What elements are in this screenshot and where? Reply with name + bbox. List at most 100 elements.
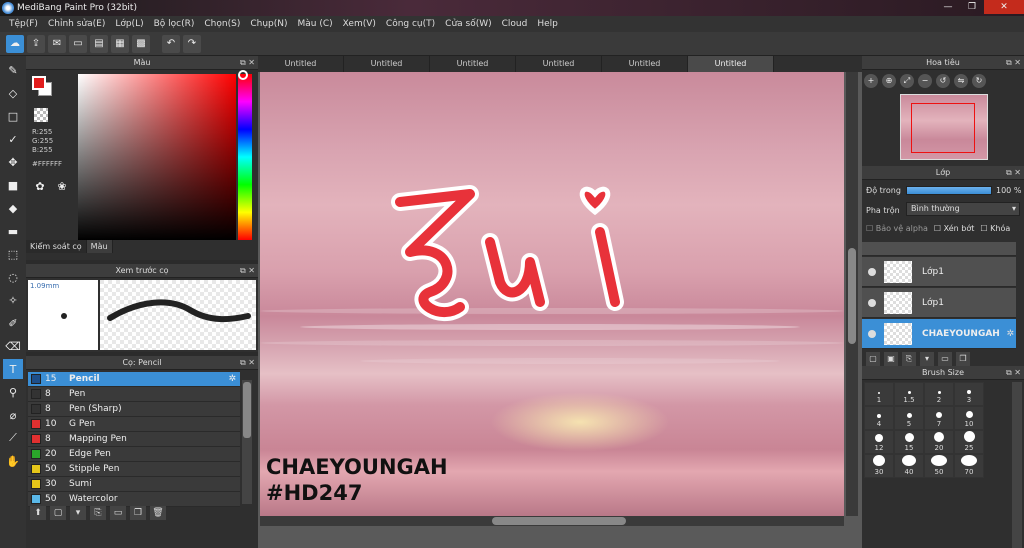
- brush-item-pen[interactable]: 8 Pen: [28, 387, 240, 402]
- opacity-slider[interactable]: [906, 186, 992, 195]
- brush-menu-icon[interactable]: ▾: [70, 506, 86, 520]
- menu-filter[interactable]: Bộ lọc(R): [149, 19, 200, 29]
- smudge-tool-icon[interactable]: ⟋: [3, 428, 23, 448]
- redo-icon[interactable]: ↷: [183, 34, 201, 53]
- hue-slider[interactable]: [238, 74, 252, 240]
- lock-checkbox[interactable]: ☐ Khóa: [980, 224, 1010, 233]
- maximize-button[interactable]: ❐: [960, 0, 984, 14]
- brush-size-option[interactable]: 12: [864, 430, 894, 454]
- menu-snap[interactable]: Chụp(N): [245, 19, 292, 29]
- share-icon[interactable]: ⇪: [27, 34, 45, 53]
- tab-color[interactable]: Màu: [86, 240, 113, 253]
- operation-tool-icon[interactable]: ⚲: [3, 382, 23, 402]
- brush-item-g-pen[interactable]: 10 G Pen: [28, 417, 240, 432]
- eyedropper-icon[interactable]: ⌀: [3, 405, 23, 425]
- layer-row-partial[interactable]: [862, 242, 1016, 256]
- undo-icon[interactable]: ↶: [162, 34, 180, 53]
- tab-document-5[interactable]: Untitled: [602, 56, 688, 72]
- zoom-in-alt-icon[interactable]: ⊕: [882, 74, 896, 88]
- primary-color-swatch[interactable]: [32, 76, 46, 90]
- tab-document-1[interactable]: Untitled: [258, 56, 344, 72]
- fill-rect-icon[interactable]: ■: [3, 175, 23, 195]
- move-tool-icon[interactable]: ✥: [3, 152, 23, 172]
- menu-layer[interactable]: Lớp(L): [110, 19, 148, 29]
- color-cursor[interactable]: [238, 70, 248, 80]
- select-eraser-icon[interactable]: ⌫: [3, 336, 23, 356]
- delete-brush-icon[interactable]: 🗑: [150, 506, 166, 520]
- document-icon[interactable]: ▤: [90, 34, 108, 53]
- brush-item-mapping-pen[interactable]: 8 Mapping Pen: [28, 432, 240, 447]
- color-picker-icon[interactable]: ❀: [54, 178, 70, 194]
- new-layer-icon[interactable]: ▢: [866, 352, 880, 366]
- layer-row-selected[interactable]: CHAEYOUNGAH ✲: [862, 319, 1016, 349]
- eraser-tool-icon[interactable]: ◇: [3, 83, 23, 103]
- flip-icon[interactable]: ⇋: [954, 74, 968, 88]
- brush-size-option[interactable]: 5: [894, 406, 924, 430]
- layer-row[interactable]: Lớp1: [862, 257, 1016, 287]
- panel-controls-icon[interactable]: ⧉ ✕: [240, 356, 255, 370]
- pen-tool-icon[interactable]: ✓: [3, 129, 23, 149]
- tab-document-2[interactable]: Untitled: [344, 56, 430, 72]
- navigator-thumbnail[interactable]: [900, 94, 988, 160]
- brush-list-scrollbar[interactable]: [242, 380, 252, 504]
- new-layer-alt-icon[interactable]: ▣: [884, 352, 898, 366]
- gear-icon[interactable]: ✲: [1006, 329, 1014, 339]
- duplicate-layer-icon[interactable]: ❐: [956, 352, 970, 366]
- brush-item-sumi[interactable]: 30 Sumi: [28, 477, 240, 492]
- brush-item-edge-pen[interactable]: 20 Edge Pen: [28, 447, 240, 462]
- brush-size-option[interactable]: 4: [864, 406, 894, 430]
- eye-icon[interactable]: [868, 267, 876, 276]
- layer-folder-icon[interactable]: ▭: [938, 352, 952, 366]
- canvas-horizontal-scrollbar[interactable]: [260, 516, 844, 526]
- add-brush-icon[interactable]: ⬆: [30, 506, 46, 520]
- brush-size-option[interactable]: 1.5: [894, 382, 924, 406]
- zoom-out-icon[interactable]: −: [918, 74, 932, 88]
- scrollbar-thumb[interactable]: [243, 382, 251, 438]
- magic-wand-icon[interactable]: ✧: [3, 290, 23, 310]
- panel-controls-icon[interactable]: ⧉ ✕: [240, 264, 255, 278]
- brush-size-option[interactable]: 15: [894, 430, 924, 454]
- rotate-left-icon[interactable]: ↺: [936, 74, 950, 88]
- layer-menu-icon[interactable]: ▾: [920, 352, 934, 366]
- duplicate-brush-icon[interactable]: ❐: [130, 506, 146, 520]
- panel-controls-icon[interactable]: ⧉ ✕: [240, 56, 255, 70]
- select-rect-icon[interactable]: ⬚: [3, 244, 23, 264]
- hand-tool-icon[interactable]: ✋: [3, 451, 23, 471]
- bucket-tool-icon[interactable]: ◆: [3, 198, 23, 218]
- brush-size-option[interactable]: 50: [924, 454, 954, 478]
- brush-size-option[interactable]: 3: [954, 382, 984, 406]
- menu-file[interactable]: Tệp(F): [4, 19, 43, 29]
- menu-select[interactable]: Chọn(S): [199, 19, 245, 29]
- saturation-value-field[interactable]: [78, 74, 236, 240]
- menu-tools[interactable]: Công cụ(T): [381, 19, 440, 29]
- canvas-vertical-scrollbar[interactable]: [846, 72, 858, 516]
- panel-controls-icon[interactable]: ⧉ ✕: [1006, 166, 1021, 180]
- panel-controls-icon[interactable]: ⧉ ✕: [1006, 56, 1021, 70]
- shape-tool-icon[interactable]: □: [3, 106, 23, 126]
- panel-controls-icon[interactable]: ⧉ ✕: [1006, 366, 1021, 380]
- text-tool-icon[interactable]: T: [3, 359, 23, 379]
- drawing-canvas[interactable]: CHAEYOUNGAH #HD247: [260, 72, 844, 516]
- protect-alpha-checkbox[interactable]: ☐ Bảo vệ alpha: [866, 224, 928, 233]
- brush-script-icon[interactable]: ⎘: [90, 506, 106, 520]
- brush-item-pen-sharp[interactable]: 8 Pen (Sharp): [28, 402, 240, 417]
- layer-row[interactable]: Lớp1: [862, 288, 1016, 318]
- tab-document-6[interactable]: Untitled: [688, 56, 774, 72]
- brush-size-option[interactable]: 10: [954, 406, 984, 430]
- layer-script-icon[interactable]: ⎘: [902, 352, 916, 366]
- brush-size-option[interactable]: 30: [864, 454, 894, 478]
- fit-screen-icon[interactable]: ⤢: [900, 74, 914, 88]
- lasso-tool-icon[interactable]: ◌: [3, 267, 23, 287]
- cloud-icon[interactable]: ☁: [6, 34, 24, 53]
- brush-size-option[interactable]: 40: [894, 454, 924, 478]
- brush-folder-icon[interactable]: ▭: [110, 506, 126, 520]
- brush-item-pencil[interactable]: 15 Pencil ✲: [28, 372, 240, 387]
- rotate-right-icon[interactable]: ↻: [972, 74, 986, 88]
- comment-icon[interactable]: ✉: [48, 34, 66, 53]
- brush-item-stipple-pen[interactable]: 50 Stipple Pen: [28, 462, 240, 477]
- blend-mode-select[interactable]: Bình thường ▾: [906, 202, 1020, 216]
- menu-edit[interactable]: Chỉnh sửa(E): [43, 19, 110, 29]
- select-pen-icon[interactable]: ✐: [3, 313, 23, 333]
- brush-tool-icon[interactable]: ✎: [3, 60, 23, 80]
- menu-color[interactable]: Màu (C): [293, 19, 338, 29]
